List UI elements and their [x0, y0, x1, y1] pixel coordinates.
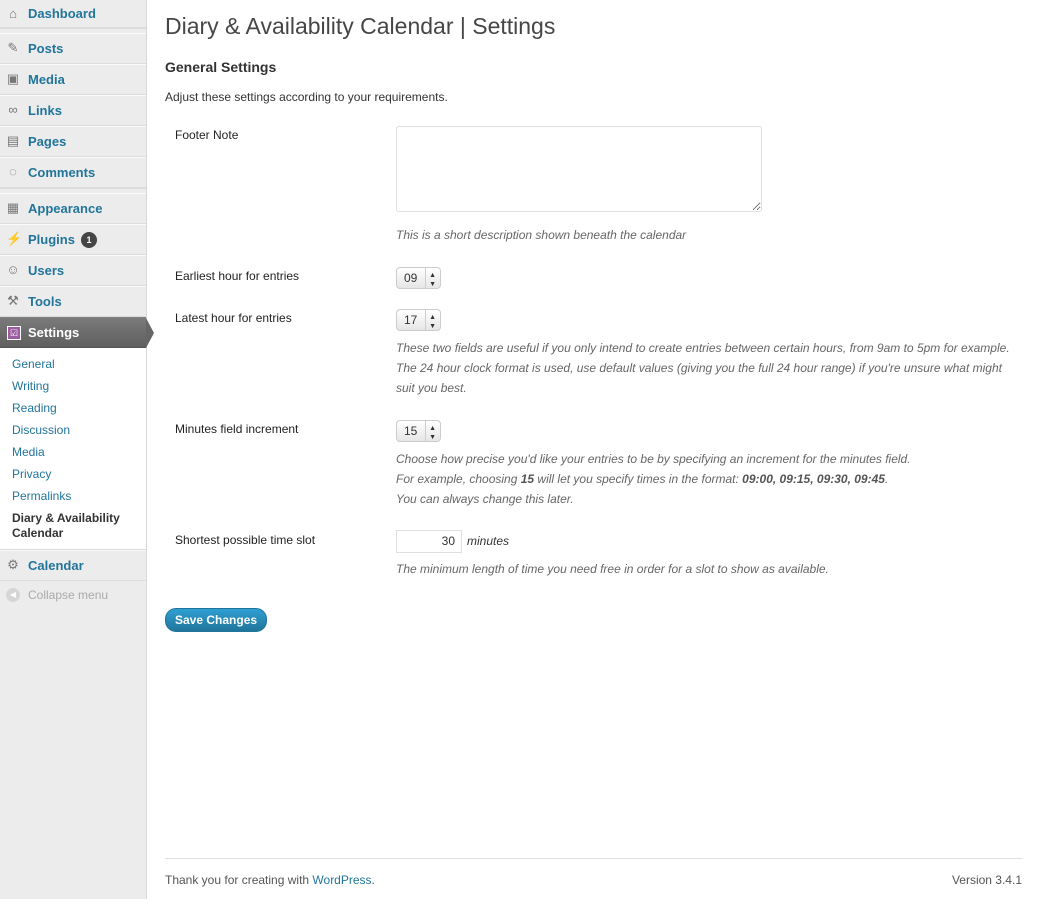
menu-pages[interactable]: ▤ Pages: [0, 126, 146, 157]
text: .: [371, 873, 375, 887]
latest-hour-select[interactable]: 17 ▲ ▼: [396, 309, 441, 331]
menu-label: Settings: [28, 325, 80, 340]
menu-appearance[interactable]: ▦ Appearance: [0, 193, 146, 224]
text: Thank you for creating with: [165, 873, 313, 887]
text: will let you specify times in the format…: [534, 472, 743, 486]
text: .: [884, 472, 889, 486]
footer: Thank you for creating with WordPress. V…: [165, 858, 1022, 887]
footer-version: Version 3.4.1: [951, 873, 1022, 887]
hours-desc-line: These two fields are useful if you only …: [396, 341, 1010, 355]
minutes-desc-line: For example, choosing 15 will let you sp…: [396, 469, 911, 489]
text: For example, choosing: [396, 472, 521, 486]
submenu-diary-calendar[interactable]: Diary & Availability Calendar: [0, 508, 134, 545]
shortest-slot-description: The minimum length of time you need free…: [396, 562, 829, 576]
menu-tools[interactable]: ⚒ Tools: [0, 286, 146, 317]
admin-sidebar: ⌂ Dashboard ✎ Posts ▣ Media ∞ Links ▤ Pages ◌…: [0, 0, 154, 899]
footer-note-textarea[interactable]: [396, 126, 762, 212]
shortest-slot-input[interactable]: 30: [396, 530, 462, 553]
menu-label: Links: [28, 103, 62, 118]
dashboard-icon: ⌂: [9, 6, 17, 21]
intro-text: Adjust these settings according to your …: [165, 90, 448, 104]
submenu-permalinks[interactable]: Permalinks: [0, 486, 146, 508]
footer-thanks: Thank you for creating with WordPress.: [165, 873, 375, 887]
menu-users[interactable]: ☺ Users: [0, 255, 146, 286]
plugin-update-badge: 1: [80, 232, 97, 248]
save-changes-button[interactable]: Save Changes: [165, 608, 268, 632]
wordpress-link[interactable]: WordPress: [312, 873, 371, 887]
menu-label: Comments: [28, 165, 96, 180]
users-icon: ☺: [6, 262, 20, 277]
minutes-increment-select[interactable]: 15 ▲ ▼: [396, 420, 441, 442]
menu-settings[interactable]: ☑ Settings: [0, 317, 154, 348]
bold-text: 15: [520, 472, 535, 486]
hours-desc-line: suit you best.: [396, 381, 467, 395]
menu-posts[interactable]: ✎ Posts: [0, 33, 146, 64]
menu-label: Tools: [28, 294, 62, 309]
menu-label: Appearance: [28, 201, 103, 216]
tools-icon: ⚒: [7, 293, 19, 308]
earliest-hour-value: 09: [404, 271, 418, 285]
plugin-icon: ⚡: [6, 231, 23, 246]
menu-label: Dashboard: [28, 6, 96, 21]
submenu-writing[interactable]: Writing: [0, 376, 146, 398]
link-icon: ∞: [8, 102, 18, 117]
submenu-general[interactable]: General: [0, 354, 146, 376]
menu-label: Posts: [28, 41, 64, 56]
latest-hour-value: 17: [404, 313, 418, 327]
latest-hour-label: Latest hour for entries: [175, 311, 292, 325]
submenu-discussion[interactable]: Discussion: [0, 420, 146, 442]
pin-icon: ✎: [7, 40, 19, 55]
menu-media[interactable]: ▣ Media: [0, 64, 146, 95]
minutes-increment-value: 15: [404, 424, 418, 438]
menu-plugins[interactable]: ⚡ Plugins 1: [0, 224, 146, 255]
menu-label: Pages: [28, 134, 67, 149]
minutes-increment-label: Minutes field increment: [175, 422, 299, 436]
page-title: Diary & Availability Calendar | Settings: [165, 13, 556, 39]
pages-icon: ▤: [6, 133, 20, 148]
earliest-hour-select[interactable]: 09 ▲ ▼: [396, 267, 441, 289]
collapse-arrow-icon: ◀: [6, 588, 20, 602]
section-title: General Settings: [165, 59, 277, 75]
minutes-description: Choose how precise you'd like your entri…: [396, 449, 911, 509]
settings-icon: ☑: [7, 326, 21, 340]
appearance-icon: ▦: [6, 200, 20, 215]
menu-label: Calendar: [28, 558, 84, 573]
updown-arrows-icon: ▲ ▼: [429, 314, 436, 330]
submenu-media[interactable]: Media: [0, 442, 146, 464]
select-divider: [425, 268, 426, 288]
menu-calendar[interactable]: ⚙ Calendar: [0, 550, 146, 581]
slot-unit: minutes: [467, 534, 510, 548]
minutes-desc-line: Choose how precise you'd like your entri…: [396, 452, 911, 466]
comment-icon: ◌: [9, 164, 17, 179]
hours-desc-line: The 24 hour clock format is used, use de…: [396, 361, 1002, 375]
shortest-slot-label: Shortest possible time slot: [175, 533, 316, 547]
bold-text: 09:00, 09:15, 09:30, 09:45: [742, 472, 885, 486]
menu-label: Plugins: [28, 232, 75, 247]
minutes-desc-line: You can always change this later.: [396, 492, 574, 506]
menu-comments[interactable]: ◌ Comments: [0, 157, 146, 188]
menu-label: Users: [28, 263, 65, 278]
menu-links[interactable]: ∞ Links: [0, 95, 146, 126]
select-divider: [425, 310, 426, 330]
footer-note-label: Footer Note: [175, 128, 239, 142]
submenu-reading[interactable]: Reading: [0, 398, 146, 420]
gear-icon: ⚙: [7, 557, 19, 572]
menu-label: Media: [28, 72, 65, 87]
collapse-label: Collapse menu: [28, 588, 109, 602]
submenu-privacy[interactable]: Privacy: [0, 464, 146, 486]
hours-description: These two fields are useful if you only …: [396, 338, 1010, 398]
settings-submenu: General Writing Reading Discussion Media…: [0, 348, 146, 550]
media-icon: ▣: [6, 71, 20, 86]
select-divider: [425, 421, 426, 441]
updown-arrows-icon: ▲ ▼: [429, 425, 436, 441]
menu-dashboard[interactable]: ⌂ Dashboard: [0, 0, 146, 28]
collapse-menu-button[interactable]: ◀ Collapse menu: [0, 581, 146, 609]
footer-note-description: This is a short description shown beneat…: [396, 228, 687, 242]
updown-arrows-icon: ▲ ▼: [429, 272, 436, 288]
earliest-hour-label: Earliest hour for entries: [175, 269, 300, 283]
